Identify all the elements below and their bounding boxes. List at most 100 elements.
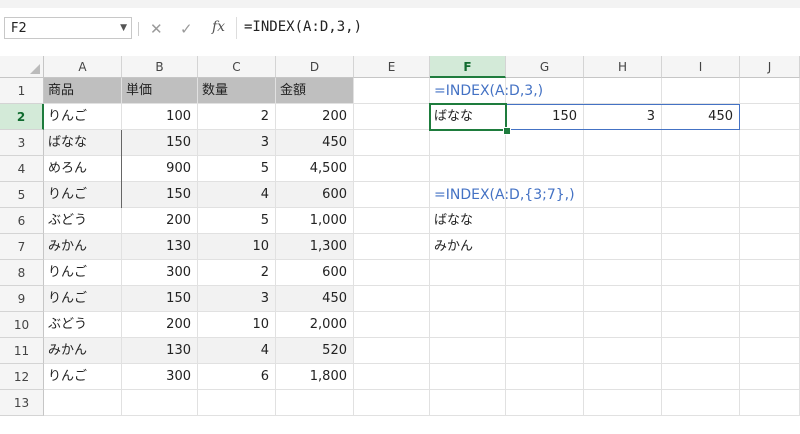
result-cell[interactable]: みかん (430, 234, 506, 260)
table-header-cell[interactable]: 商品 (44, 78, 122, 104)
row-header-5[interactable]: 5 (0, 182, 44, 208)
chevron-down-icon[interactable]: ▼ (120, 23, 127, 33)
grid-cell[interactable] (430, 338, 506, 364)
table-header-cell[interactable]: 数量 (198, 78, 276, 104)
table-cell[interactable]: 10 (198, 234, 276, 260)
grid-cell[interactable] (584, 208, 662, 234)
grid-cell[interactable] (44, 390, 122, 416)
grid-cell[interactable] (354, 364, 430, 390)
grid-cell[interactable] (740, 156, 800, 182)
grid-cell[interactable] (740, 104, 800, 130)
close-icon[interactable]: ✕ (150, 20, 163, 38)
column-header-g[interactable]: G (506, 56, 584, 78)
grid-cell[interactable] (506, 208, 584, 234)
grid-cell[interactable] (506, 286, 584, 312)
grid-cell[interactable] (354, 78, 430, 104)
table-cell[interactable]: 200 (122, 208, 198, 234)
grid-cell[interactable] (740, 364, 800, 390)
active-cell-selection[interactable] (429, 103, 507, 131)
grid-cell[interactable] (662, 260, 740, 286)
grid-cell[interactable] (354, 234, 430, 260)
column-header-i[interactable]: I (662, 56, 740, 78)
row-header-11[interactable]: 11 (0, 338, 44, 364)
grid-cell[interactable] (662, 156, 740, 182)
grid-cell[interactable] (662, 364, 740, 390)
grid-cell[interactable] (584, 156, 662, 182)
grid-cell[interactable] (354, 156, 430, 182)
grid-cell[interactable] (584, 364, 662, 390)
check-icon[interactable]: ✓ (180, 20, 193, 38)
grid-cell[interactable] (354, 260, 430, 286)
grid-cell[interactable] (506, 234, 584, 260)
grid-cell[interactable] (740, 390, 800, 416)
grid-cell[interactable] (430, 364, 506, 390)
table-cell[interactable]: 600 (276, 260, 354, 286)
grid-cell[interactable] (662, 312, 740, 338)
grid-cell[interactable] (430, 260, 506, 286)
table-cell[interactable]: 1,000 (276, 208, 354, 234)
table-header-cell[interactable]: 単価 (122, 78, 198, 104)
grid-cell[interactable] (354, 130, 430, 156)
grid-cell[interactable] (740, 130, 800, 156)
grid-cell[interactable] (740, 78, 800, 104)
table-cell[interactable]: 3 (198, 286, 276, 312)
grid-cell[interactable] (584, 390, 662, 416)
row-header-2[interactable]: 2 (0, 104, 44, 130)
grid-cell[interactable] (740, 182, 800, 208)
table-cell[interactable]: 4,500 (276, 156, 354, 182)
grid-cell[interactable] (584, 338, 662, 364)
table-cell[interactable]: 4 (198, 182, 276, 208)
row-header-4[interactable]: 4 (0, 156, 44, 182)
fill-handle[interactable] (503, 127, 511, 135)
row-header-1[interactable]: 1 (0, 78, 44, 104)
table-cell[interactable]: 200 (122, 312, 198, 338)
grid-cell[interactable] (430, 130, 506, 156)
table-cell[interactable]: 2 (198, 104, 276, 130)
row-header-10[interactable]: 10 (0, 312, 44, 338)
grid-cell[interactable] (740, 208, 800, 234)
grid-cell[interactable] (584, 260, 662, 286)
name-box[interactable]: F2 ▼ (4, 17, 132, 39)
row-header-6[interactable]: 6 (0, 208, 44, 234)
table-cell[interactable]: りんご (44, 286, 122, 312)
grid-cell[interactable] (662, 208, 740, 234)
grid-cell[interactable] (584, 130, 662, 156)
grid-cell[interactable] (662, 182, 740, 208)
column-header-f[interactable]: F (430, 56, 506, 78)
row-header-13[interactable]: 13 (0, 390, 44, 416)
table-cell[interactable]: 150 (122, 286, 198, 312)
grid-cell[interactable] (354, 338, 430, 364)
column-header-b[interactable]: B (122, 56, 198, 78)
grid-cell[interactable] (354, 390, 430, 416)
table-cell[interactable]: ぶどう (44, 208, 122, 234)
table-cell[interactable]: 130 (122, 234, 198, 260)
grid-cell[interactable] (662, 130, 740, 156)
table-cell[interactable]: 3 (198, 130, 276, 156)
grid-cell[interactable] (506, 156, 584, 182)
grid-cell[interactable] (662, 338, 740, 364)
table-cell[interactable]: りんご (44, 104, 122, 130)
table-cell[interactable]: 300 (122, 260, 198, 286)
grid-cell[interactable] (740, 286, 800, 312)
worksheet-grid[interactable]: A B C D E F G H I J 1 2 3 4 5 6 7 8 9 10 11 12 13 商品 単価 数量 金額 りんご 10… (0, 56, 800, 434)
table-cell[interactable]: 450 (276, 286, 354, 312)
column-header-a[interactable]: A (44, 56, 122, 78)
table-cell[interactable]: みかん (44, 338, 122, 364)
grid-cell[interactable] (506, 338, 584, 364)
column-header-d[interactable]: D (276, 56, 354, 78)
grid-cell[interactable] (584, 286, 662, 312)
table-cell[interactable]: ぶどう (44, 312, 122, 338)
column-header-c[interactable]: C (198, 56, 276, 78)
grid-cell[interactable] (662, 390, 740, 416)
grid-cell[interactable] (354, 104, 430, 130)
table-cell[interactable]: 4 (198, 338, 276, 364)
grid-cell[interactable] (354, 208, 430, 234)
grid-cell[interactable] (506, 312, 584, 338)
table-cell[interactable]: りんご (44, 182, 122, 208)
table-cell[interactable]: りんご (44, 364, 122, 390)
grid-cell[interactable] (198, 390, 276, 416)
row-header-3[interactable]: 3 (0, 130, 44, 156)
row-header-9[interactable]: 9 (0, 286, 44, 312)
table-cell[interactable]: 450 (276, 130, 354, 156)
table-cell[interactable]: 900 (122, 156, 198, 182)
